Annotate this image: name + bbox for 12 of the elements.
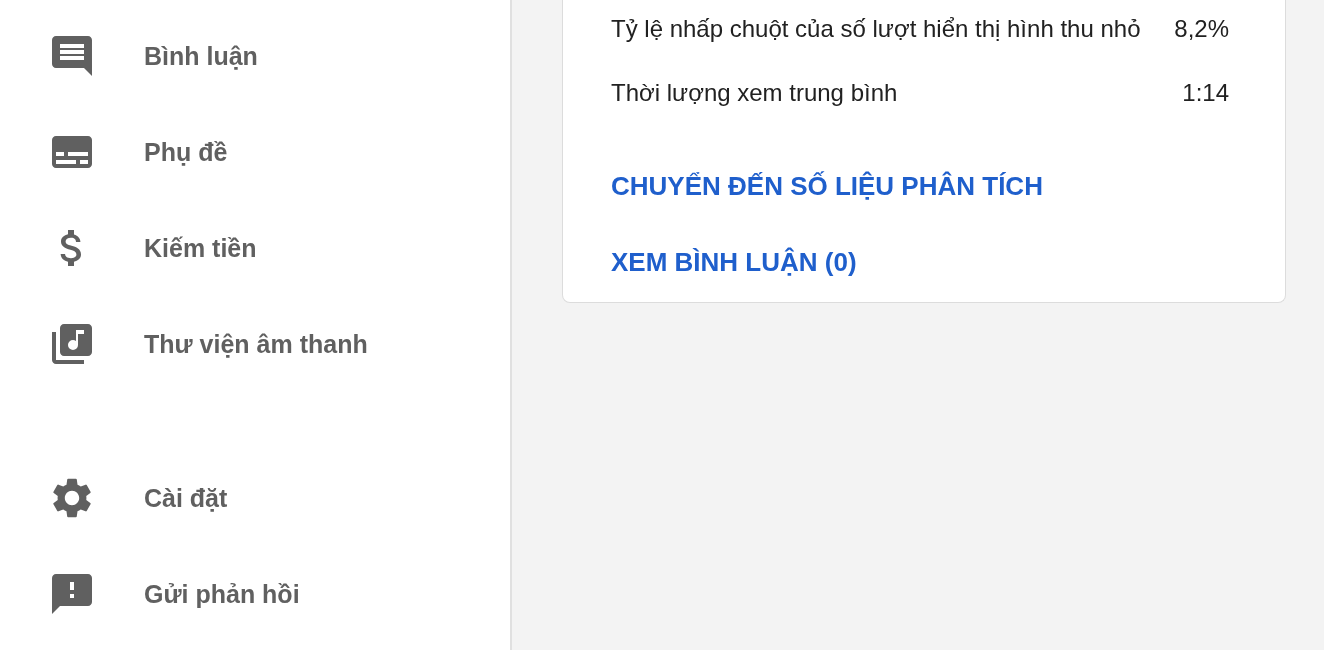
metric-label: Thời lượng xem trung bình (611, 78, 898, 108)
link[interactable]: CHUYỂN ĐẾN SỐ LIỆU PHÂN TÍCH (611, 164, 1043, 208)
sidebar-item[interactable]: Gửi phản hồi (0, 546, 510, 642)
sidebar-item[interactable]: Thư viện âm thanh (0, 296, 510, 392)
metric-label: Tỷ lệ nhấp chuột của số lượt hiển thị hình thu nhỏ (611, 14, 1141, 44)
metric-value: 8,2% (1174, 14, 1229, 44)
sidebar-item[interactable]: Bình luận (0, 8, 510, 104)
link[interactable]: XEM BÌNH LUẬN (0) (611, 240, 857, 284)
sidebar-item[interactable]: Phụ đề (0, 104, 510, 200)
sidebar-item[interactable]: Kiếm tiền (0, 200, 510, 296)
metric-value: 1:14 (1182, 78, 1229, 108)
sidebar-item[interactable]: Cài đặt (0, 450, 510, 546)
